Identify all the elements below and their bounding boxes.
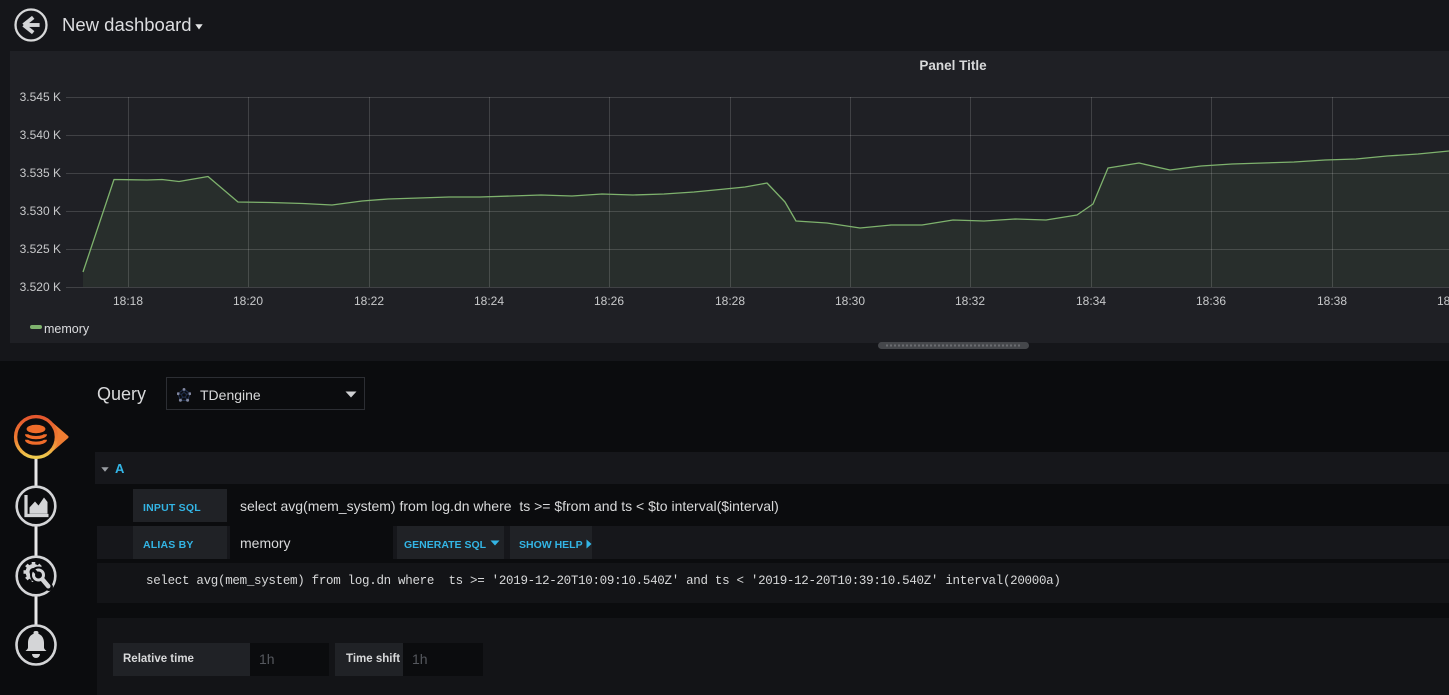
svg-text:18:36: 18:36: [1196, 294, 1226, 308]
svg-text:memory: memory: [44, 322, 90, 336]
svg-text:3.525 K: 3.525 K: [20, 242, 61, 256]
svg-text:3.535 K: 3.535 K: [20, 166, 61, 180]
svg-text:18:34: 18:34: [1076, 294, 1106, 308]
svg-text:18:28: 18:28: [715, 294, 745, 308]
svg-text:18:22: 18:22: [354, 294, 384, 308]
svg-text:18:40: 18:40: [1437, 294, 1449, 308]
svg-text:3.530 K: 3.530 K: [20, 204, 61, 218]
svg-text:3.540 K: 3.540 K: [20, 128, 61, 142]
svg-text:18:20: 18:20: [233, 294, 263, 308]
svg-text:18:24: 18:24: [474, 294, 504, 308]
svg-text:18:26: 18:26: [594, 294, 624, 308]
svg-text:18:32: 18:32: [955, 294, 985, 308]
svg-text:18:18: 18:18: [113, 294, 143, 308]
svg-text:3.520 K: 3.520 K: [20, 280, 61, 294]
svg-text:18:38: 18:38: [1317, 294, 1347, 308]
svg-text:3.545 K: 3.545 K: [20, 90, 61, 104]
svg-text:18:30: 18:30: [835, 294, 865, 308]
